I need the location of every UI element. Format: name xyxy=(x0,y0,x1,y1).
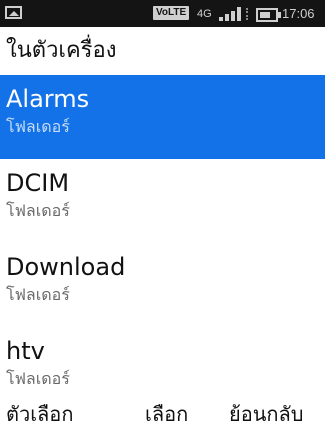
item-type: โฟลเดอร์ xyxy=(6,285,70,304)
signal-icon xyxy=(219,7,241,21)
select-softkey[interactable]: เลือก xyxy=(145,396,188,432)
item-type: โฟลเดอร์ xyxy=(6,369,70,388)
item-name: Download xyxy=(6,253,126,281)
options-softkey[interactable]: ตัวเลือก xyxy=(6,396,73,432)
status-bar: VoLTE 4G 17:06 xyxy=(0,0,325,27)
list-item-dcim[interactable]: DCIM โฟลเดอร์ xyxy=(0,159,325,243)
image-icon xyxy=(5,6,22,19)
list-item-alarms[interactable]: Alarms โฟลเดอร์ xyxy=(0,75,325,159)
list-item-download[interactable]: Download โฟลเดอร์ xyxy=(0,243,325,327)
folder-list: Alarms โฟลเดอร์ DCIM โฟลเดอร์ Download โ… xyxy=(0,75,325,388)
volte-badge: VoLTE xyxy=(153,6,190,20)
item-name: Alarms xyxy=(6,85,90,113)
battery-icon xyxy=(256,8,281,22)
page-title: ในตัวเครื่อง xyxy=(6,38,117,63)
softkey-bar: ตัวเลือก เลือก ย้อนกลับ xyxy=(0,396,325,432)
item-type: โฟลเดอร์ xyxy=(6,117,70,136)
clock: 17:06 xyxy=(282,6,315,21)
item-name: DCIM xyxy=(6,169,70,197)
back-softkey[interactable]: ย้อนกลับ xyxy=(229,396,303,432)
item-type: โฟลเดอร์ xyxy=(6,201,70,220)
divider xyxy=(246,8,250,20)
network-type: 4G xyxy=(197,8,212,20)
item-name: htv xyxy=(6,337,45,365)
list-item-htv[interactable]: htv โฟลเดอร์ xyxy=(0,327,325,388)
